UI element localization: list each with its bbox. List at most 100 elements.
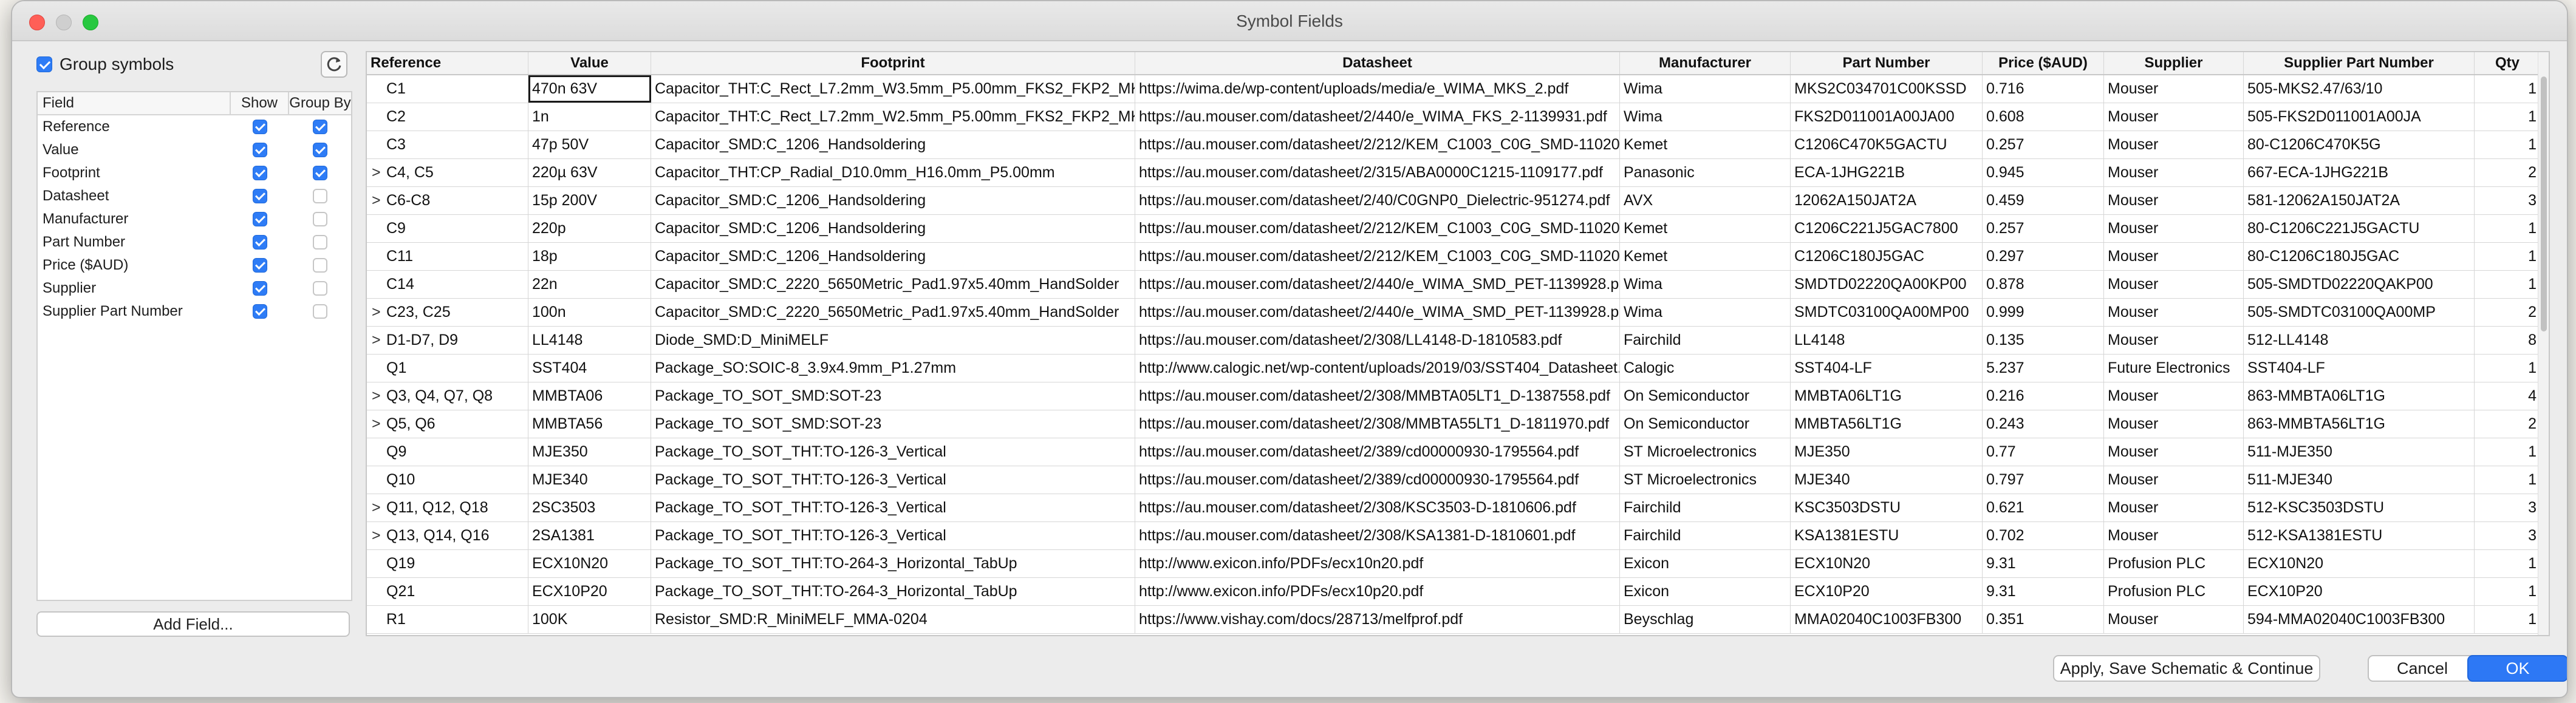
scrollbar-thumb[interactable] bbox=[2541, 76, 2547, 331]
value-cell[interactable]: MMBTA56 bbox=[528, 410, 651, 438]
grid-row[interactable]: Q9 MJE350 Package_TO_SOT_THT:TO-126-3_Vert… bbox=[367, 438, 2540, 466]
part-number-cell[interactable]: MMA02040C1003FB300 bbox=[1791, 606, 1983, 633]
datasheet-cell[interactable]: http://www.exicon.info/PDFs/ecx10p20.pdf bbox=[1135, 578, 1620, 605]
manufacturer-cell[interactable]: Fairchild bbox=[1620, 494, 1791, 521]
footprint-cell[interactable]: Package_TO_SOT_THT:TO-126-3_Vertical bbox=[651, 466, 1135, 494]
qty-cell[interactable]: 1 bbox=[2475, 271, 2540, 298]
manufacturer-cell[interactable]: Exicon bbox=[1620, 578, 1791, 605]
part-number-cell[interactable]: ECX10N20 bbox=[1791, 550, 1983, 577]
reference-cell[interactable]: > C23, C25 bbox=[367, 299, 528, 326]
qty-cell[interactable]: 1 bbox=[2475, 243, 2540, 270]
manufacturer-cell[interactable]: ST Microelectronics bbox=[1620, 466, 1791, 494]
value-cell[interactable]: 220p bbox=[528, 215, 651, 242]
expand-group-toggle[interactable]: > bbox=[371, 304, 386, 321]
grid-row[interactable]: C11 18p Capacitor_SMD:C_1206_Handsoldering… bbox=[367, 243, 2540, 271]
cancel-button[interactable]: Cancel bbox=[2368, 655, 2477, 682]
value-cell[interactable]: 22n bbox=[528, 271, 651, 298]
reference-cell[interactable]: Q9 bbox=[367, 438, 528, 466]
supplier-cell[interactable]: Mouser bbox=[2104, 299, 2244, 326]
qty-cell[interactable]: 3 bbox=[2475, 522, 2540, 549]
manufacturer-cell[interactable]: Wima bbox=[1620, 75, 1791, 103]
group-by-checkbox[interactable] bbox=[313, 120, 327, 134]
grid-row[interactable]: C9 220p Capacitor_SMD:C_1206_Handsoldering… bbox=[367, 215, 2540, 243]
column-header-part-number[interactable]: Part Number bbox=[1791, 52, 1983, 74]
value-cell[interactable]: MMBTA06 bbox=[528, 382, 651, 410]
grid-row[interactable]: C1 470n 63V Capacitor_THT:C_Rect_L7.2mm_W3… bbox=[367, 75, 2540, 103]
qty-cell[interactable]: 4 bbox=[2475, 382, 2540, 410]
column-header-value[interactable]: Value bbox=[528, 52, 651, 74]
grid-row[interactable]: > C23, C25 100n Capacitor_SMD:C_2220_5650Me… bbox=[367, 299, 2540, 327]
supplier-part-number-cell[interactable]: ECX10N20 bbox=[2244, 550, 2475, 577]
show-column-header[interactable]: Show bbox=[231, 92, 289, 114]
supplier-cell[interactable]: Mouser bbox=[2104, 606, 2244, 633]
price-cell[interactable]: 0.999 bbox=[1983, 299, 2104, 326]
footprint-cell[interactable]: Diode_SMD:D_MiniMELF bbox=[651, 327, 1135, 354]
grid-row[interactable]: C2 1n Capacitor_THT:C_Rect_L7.2mm_W2.5mm_P… bbox=[367, 103, 2540, 131]
part-number-cell[interactable]: SST404-LF bbox=[1791, 355, 1983, 382]
symbol-fields-grid[interactable]: Reference Value Footprint Datasheet Manufact… bbox=[366, 51, 2550, 636]
supplier-part-number-cell[interactable]: SST404-LF bbox=[2244, 355, 2475, 382]
supplier-cell[interactable]: Mouser bbox=[2104, 131, 2244, 158]
supplier-part-number-cell[interactable]: 512-KSA1381ESTU bbox=[2244, 522, 2475, 549]
datasheet-cell[interactable]: https://au.mouser.com/datasheet/2/440/e_… bbox=[1135, 103, 1620, 131]
reference-cell[interactable]: C1 bbox=[367, 75, 528, 103]
part-number-cell[interactable]: SMDTD02220QA00KP00 bbox=[1791, 271, 1983, 298]
manufacturer-cell[interactable]: Wima bbox=[1620, 299, 1791, 326]
datasheet-cell[interactable]: https://au.mouser.com/datasheet/2/212/KE… bbox=[1135, 215, 1620, 242]
qty-cell[interactable]: 2 bbox=[2475, 299, 2540, 326]
column-header-supplier[interactable]: Supplier bbox=[2104, 52, 2244, 74]
group-by-checkbox[interactable] bbox=[313, 281, 327, 296]
manufacturer-cell[interactable]: Kemet bbox=[1620, 131, 1791, 158]
supplier-part-number-cell[interactable]: 594-MMA02040C1003FB300 bbox=[2244, 606, 2475, 633]
group-by-checkbox[interactable] bbox=[313, 212, 327, 226]
supplier-part-number-cell[interactable]: 863-MMBTA56LT1G bbox=[2244, 410, 2475, 438]
value-cell[interactable]: ECX10P20 bbox=[528, 578, 651, 605]
qty-cell[interactable]: 1 bbox=[2475, 606, 2540, 633]
reference-cell[interactable]: R1 bbox=[367, 606, 528, 633]
reference-cell[interactable]: Q1 bbox=[367, 355, 528, 382]
reference-cell[interactable]: Q19 bbox=[367, 550, 528, 577]
column-header-footprint[interactable]: Footprint bbox=[651, 52, 1135, 74]
supplier-part-number-cell[interactable]: 505-MKS2.47/63/10 bbox=[2244, 75, 2475, 103]
part-number-cell[interactable]: MJE350 bbox=[1791, 438, 1983, 466]
part-number-cell[interactable]: C1206C180J5GAC bbox=[1791, 243, 1983, 270]
grid-row[interactable]: Q10 MJE340 Package_TO_SOT_THT:TO-126-3_Ver… bbox=[367, 466, 2540, 494]
apply-save-continue-button[interactable]: Apply, Save Schematic & Continue bbox=[2053, 655, 2320, 682]
datasheet-cell[interactable]: https://au.mouser.com/datasheet/2/308/LL… bbox=[1135, 327, 1620, 354]
qty-cell[interactable]: 1 bbox=[2475, 438, 2540, 466]
group-by-checkbox[interactable] bbox=[313, 166, 327, 180]
grid-row[interactable]: R1 100K Resistor_SMD:R_MiniMELF_MMA-0204 ht… bbox=[367, 606, 2540, 634]
qty-cell[interactable]: 1 bbox=[2475, 75, 2540, 103]
qty-cell[interactable]: 1 bbox=[2475, 103, 2540, 131]
grid-row[interactable]: Q1 SST404 Package_SO:SOIC-8_3.9x4.9mm_P1.2… bbox=[367, 355, 2540, 382]
group-by-checkbox[interactable] bbox=[313, 189, 327, 203]
field-row[interactable]: Value bbox=[38, 138, 351, 161]
expand-group-toggle[interactable]: > bbox=[371, 527, 386, 545]
qty-cell[interactable]: 3 bbox=[2475, 494, 2540, 521]
part-number-cell[interactable]: KSA1381ESTU bbox=[1791, 522, 1983, 549]
supplier-cell[interactable]: Profusion PLC bbox=[2104, 578, 2244, 605]
manufacturer-cell[interactable]: Calogic bbox=[1620, 355, 1791, 382]
price-cell[interactable]: 0.945 bbox=[1983, 159, 2104, 186]
part-number-cell[interactable]: MMBTA06LT1G bbox=[1791, 382, 1983, 410]
part-number-cell[interactable]: ECA-1JHG221B bbox=[1791, 159, 1983, 186]
expand-group-toggle[interactable]: > bbox=[371, 331, 386, 349]
show-checkbox[interactable] bbox=[253, 120, 267, 134]
supplier-cell[interactable]: Mouser bbox=[2104, 466, 2244, 494]
footprint-cell[interactable]: Package_TO_SOT_SMD:SOT-23 bbox=[651, 410, 1135, 438]
qty-cell[interactable]: 2 bbox=[2475, 159, 2540, 186]
show-checkbox[interactable] bbox=[253, 235, 267, 250]
part-number-cell[interactable]: SMDTC03100QA00MP00 bbox=[1791, 299, 1983, 326]
manufacturer-cell[interactable]: Exicon bbox=[1620, 550, 1791, 577]
expand-group-toggle[interactable]: > bbox=[371, 192, 386, 209]
supplier-cell[interactable]: Mouser bbox=[2104, 103, 2244, 131]
price-cell[interactable]: 0.459 bbox=[1983, 187, 2104, 214]
footprint-cell[interactable]: Capacitor_SMD:C_1206_Handsoldering bbox=[651, 215, 1135, 242]
footprint-cell[interactable]: Capacitor_THT:C_Rect_L7.2mm_W3.5mm_P5.00… bbox=[651, 75, 1135, 103]
datasheet-cell[interactable]: https://au.mouser.com/datasheet/2/389/cd… bbox=[1135, 438, 1620, 466]
manufacturer-cell[interactable]: Kemet bbox=[1620, 215, 1791, 242]
supplier-cell[interactable]: Mouser bbox=[2104, 494, 2244, 521]
column-header-datasheet[interactable]: Datasheet bbox=[1135, 52, 1620, 74]
value-cell[interactable]: 100n bbox=[528, 299, 651, 326]
manufacturer-cell[interactable]: On Semiconductor bbox=[1620, 382, 1791, 410]
